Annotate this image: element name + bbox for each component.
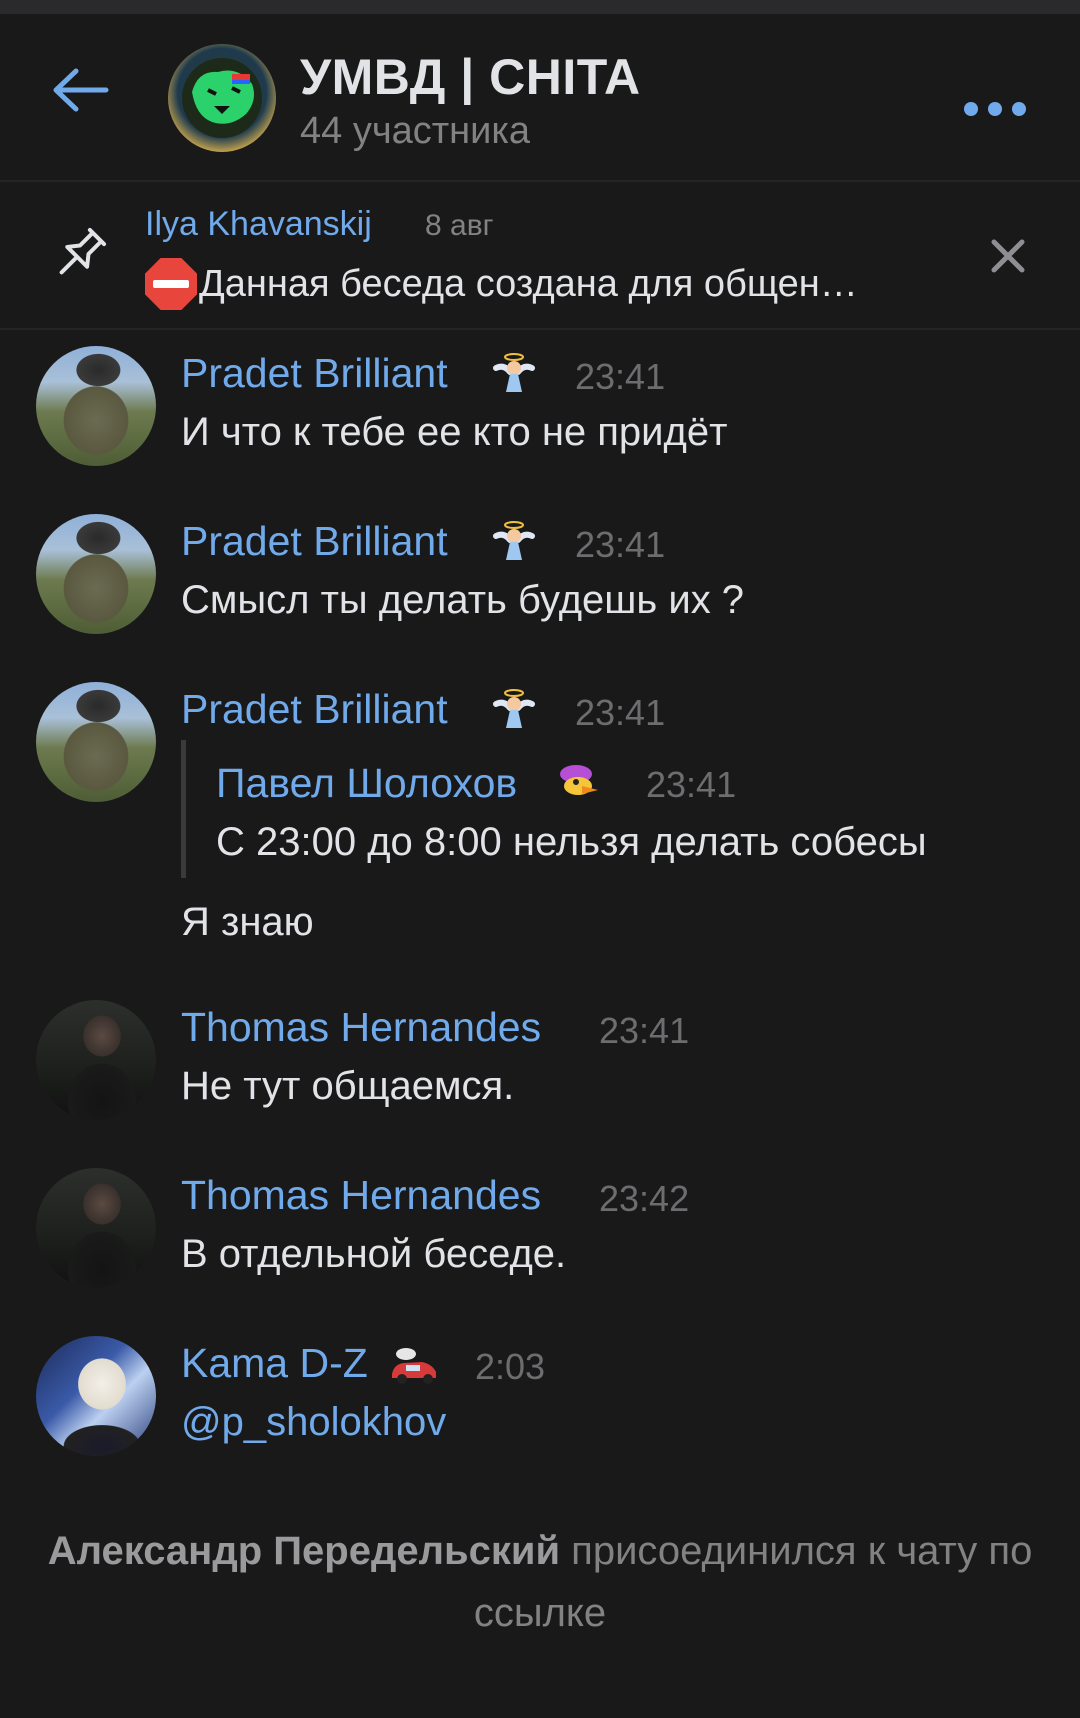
message-time: 23:41	[575, 356, 666, 397]
avatar[interactable]	[36, 682, 156, 802]
status-bar	[0, 0, 1080, 14]
message-time: 23:42	[599, 1178, 690, 1219]
more-dot	[988, 102, 1002, 116]
message-author[interactable]: Pradet Brilliant	[181, 686, 448, 733]
close-icon[interactable]	[978, 226, 1038, 286]
service-message: Александр Передельский присоединился к ч…	[40, 1520, 1040, 1644]
more-dot	[964, 102, 978, 116]
arrow-left-icon	[53, 68, 109, 112]
reply-quote[interactable]: Павел Шолохов 23:41 С 23:00 до 8:00 нель…	[181, 740, 1026, 878]
reply-author: Павел Шолохов	[216, 760, 518, 806]
message-text: Я знаю	[181, 900, 314, 944]
angel-icon	[493, 521, 535, 560]
pin-icon	[59, 227, 107, 275]
chat-header: УМВД | CHITA 44 участника	[0, 14, 1080, 182]
pinned-date: 8 авг	[425, 209, 494, 242]
chat-title[interactable]: УМВД | CHITA	[300, 48, 641, 106]
pinned-text-content: Данная беседа создана для общен…	[199, 262, 858, 305]
message-author[interactable]: Thomas Hernandes	[181, 1172, 541, 1219]
message-text: Смысл ты делать будешь их ?	[181, 578, 745, 622]
message-author[interactable]: Pradet Brilliant	[181, 350, 448, 397]
message-text: В отдельной беседе.	[181, 1232, 567, 1276]
back-button[interactable]	[40, 50, 120, 130]
pinned-author: Ilya Khavanskij	[145, 205, 372, 243]
pinned-text: Данная беседа создана для общен…	[145, 258, 945, 310]
car-icon	[392, 1348, 436, 1384]
message-time: 23:41	[575, 524, 666, 565]
bear-logo-icon	[182, 58, 262, 138]
message-time: 23:41	[575, 692, 666, 733]
avatar[interactable]	[36, 1000, 156, 1120]
duck-icon	[560, 765, 598, 795]
reply-time: 23:41	[646, 764, 737, 805]
reply-text: С 23:00 до 8:00 нельзя делать собесы	[216, 820, 927, 864]
message-author[interactable]: Pradet Brilliant	[181, 518, 448, 565]
message-author[interactable]: Thomas Hernandes	[181, 1004, 541, 1051]
avatar[interactable]	[36, 1168, 156, 1288]
member-count[interactable]: 44 участника	[300, 110, 530, 153]
mention-link[interactable]: @p_sholokhov	[181, 1400, 446, 1445]
joined-user-link[interactable]: Александр Передельский	[48, 1529, 560, 1573]
angel-icon	[493, 689, 535, 728]
avatar[interactable]	[36, 514, 156, 634]
chat-avatar[interactable]	[168, 44, 276, 152]
message-author[interactable]: Kama D-Z	[181, 1340, 368, 1387]
more-button[interactable]	[950, 74, 1040, 144]
message-text: Не тут общаемся.	[181, 1064, 515, 1108]
avatar[interactable]	[36, 1336, 156, 1456]
message-time: 2:03	[475, 1346, 546, 1387]
stop-sign-icon	[145, 258, 197, 310]
avatar[interactable]	[36, 346, 156, 466]
message-text: И что к тебе ее кто не придёт	[181, 410, 728, 454]
message-time: 23:41	[599, 1010, 690, 1051]
more-dot	[1012, 102, 1026, 116]
angel-icon	[493, 353, 535, 392]
